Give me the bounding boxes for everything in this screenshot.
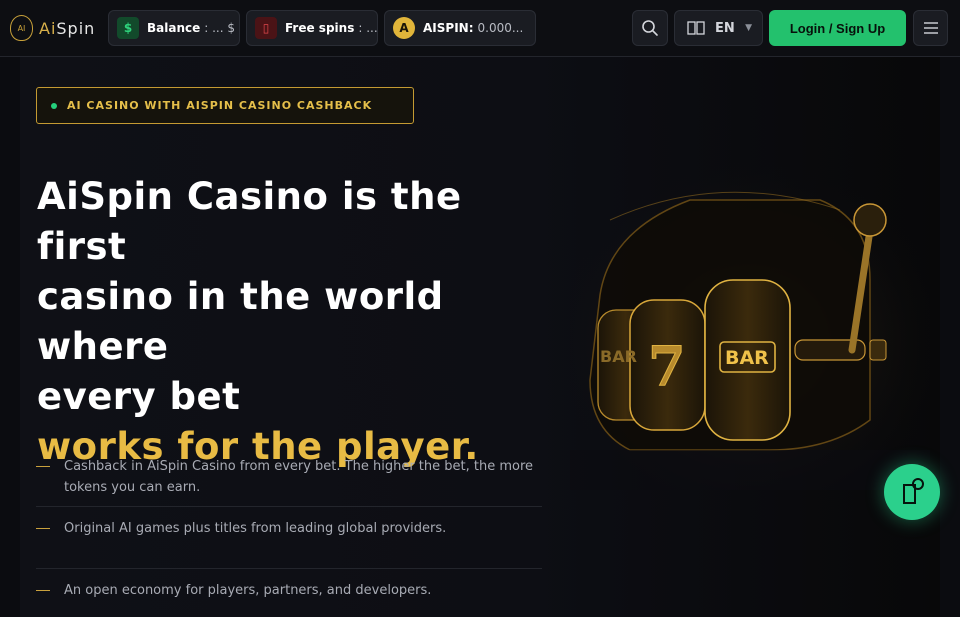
logo-text-suffix: Spin (56, 18, 96, 38)
balance-widget[interactable]: $ Balance : ... $ (108, 10, 240, 46)
token-balance-widget[interactable]: A AISPIN: 0.000... (384, 10, 536, 46)
logo-badge-text: AI (17, 23, 26, 33)
hamburger-menu-button[interactable] (913, 10, 948, 46)
feature-item: Cashback in AiSpin Casino from every bet… (36, 448, 542, 507)
headline-line: every bet (37, 375, 241, 418)
site-logo[interactable]: AI AiSpin (10, 14, 95, 42)
slot-symbol-bar-left: BAR (600, 347, 637, 366)
hero-badge-text: AI CASINO WITH AISPIN CASINO CASHBACK (67, 99, 373, 112)
aispin-token-icon: A (393, 17, 415, 39)
language-code: EN (715, 20, 735, 36)
free-spins-value: : ... (358, 21, 378, 35)
dash-bullet (36, 466, 50, 467)
support-chat-button[interactable] (884, 464, 940, 520)
chevron-down-icon: ▼ (745, 23, 752, 33)
feature-item: Original AI games plus titles from leadi… (36, 507, 542, 569)
status-dot (51, 102, 57, 109)
top-navigation-bar: AI AiSpin $ Balance : ... $ ▯ Free spins… (0, 0, 960, 57)
logo-text: AiSpin (39, 19, 95, 38)
hero-badge: AI CASINO WITH AISPIN CASINO CASHBACK (36, 87, 414, 124)
feature-text: Cashback in AiSpin Casino from every bet… (64, 459, 534, 495)
logo-text-prefix: Ai (39, 18, 57, 38)
balance-label: Balance (147, 21, 201, 35)
logo-badge-icon: AI (10, 15, 33, 41)
feature-text: Original AI games plus titles from leadi… (64, 521, 447, 536)
dollar-icon: $ (117, 17, 139, 39)
slot-machine-illustration: BAR 7 BAR (570, 160, 930, 490)
feature-item: An open economy for players, partners, a… (36, 569, 542, 609)
hamburger-menu-icon (923, 22, 938, 34)
feature-text: An open economy for players, partners, a… (64, 583, 432, 598)
headline-line: AiSpin Casino is the first (37, 175, 462, 268)
chat-support-icon (903, 478, 924, 504)
balance-value: : ... $ (204, 21, 235, 35)
token-value: 0.000... (477, 21, 524, 35)
book-icon (687, 21, 705, 35)
headline-line: where (37, 325, 169, 368)
search-button[interactable] (632, 10, 668, 46)
search-icon (642, 20, 658, 36)
language-selector[interactable]: EN ▼ (674, 10, 763, 46)
login-signup-button[interactable]: Login / Sign Up (769, 10, 906, 46)
slot-symbol-seven: 7 (648, 334, 686, 398)
dash-bullet (36, 590, 50, 591)
free-spins-widget[interactable]: ▯ Free spins : ... (246, 10, 378, 46)
slot-card-icon: ▯ (255, 17, 277, 39)
free-spins-label: Free spins (285, 21, 355, 35)
slot-symbol-bar-right: BAR (725, 347, 769, 369)
hero-headline: AiSpin Casino is the first casino in the… (37, 172, 557, 472)
dash-bullet (36, 528, 50, 529)
headline-line: casino in the world (37, 275, 444, 318)
feature-list: Cashback in AiSpin Casino from every bet… (36, 448, 542, 609)
token-label: AISPIN: (423, 21, 474, 35)
